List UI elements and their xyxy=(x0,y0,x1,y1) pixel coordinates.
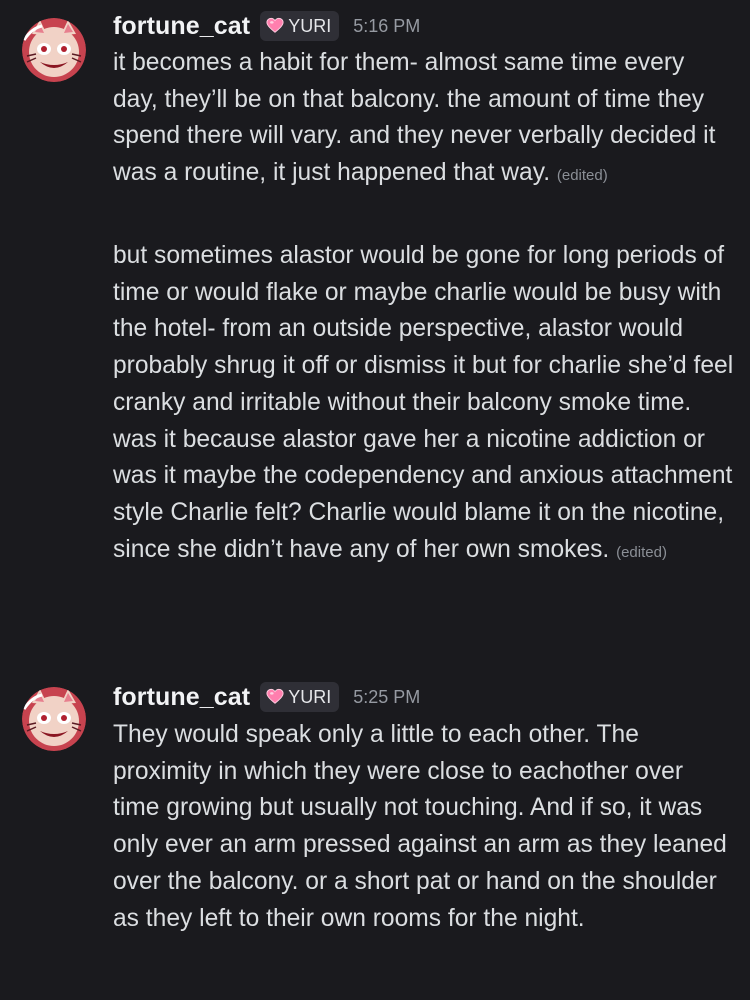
heart-icon xyxy=(266,17,284,33)
message-text: but sometimes alastor would be gone for … xyxy=(113,238,735,571)
user-avatar[interactable] xyxy=(22,18,86,82)
heart-icon xyxy=(266,688,284,704)
username[interactable]: fortune_cat xyxy=(113,683,250,712)
message-content: it becomes a habit for them- almost same… xyxy=(113,49,716,187)
message-content: but sometimes alastor would be gone for … xyxy=(113,242,734,563)
message-text: They would speak only a little to each o… xyxy=(113,717,735,937)
server-tag[interactable]: YURI xyxy=(260,11,340,41)
username[interactable]: fortune_cat xyxy=(113,12,250,41)
message-header: fortune_cat YURI 5:25 PM xyxy=(113,679,420,715)
user-avatar[interactable] xyxy=(22,687,86,751)
timestamp[interactable]: 5:25 PM xyxy=(353,687,420,708)
tag-label: YURI xyxy=(288,686,332,707)
tag-label: YURI xyxy=(288,15,332,36)
cat-avatar-icon xyxy=(22,687,86,751)
message-content: They would speak only a little to each o… xyxy=(113,721,727,932)
edited-label: (edited) xyxy=(616,543,667,561)
chat-messages: fortune_cat YURI 5:16 PM it becomes a ha… xyxy=(0,0,750,1000)
cat-avatar-icon xyxy=(22,18,86,82)
message-header: fortune_cat YURI 5:16 PM xyxy=(113,8,420,44)
timestamp[interactable]: 5:16 PM xyxy=(353,16,420,37)
server-tag[interactable]: YURI xyxy=(260,682,340,712)
message-text: it becomes a habit for them- almost same… xyxy=(113,45,735,195)
edited-label: (edited) xyxy=(556,167,608,185)
